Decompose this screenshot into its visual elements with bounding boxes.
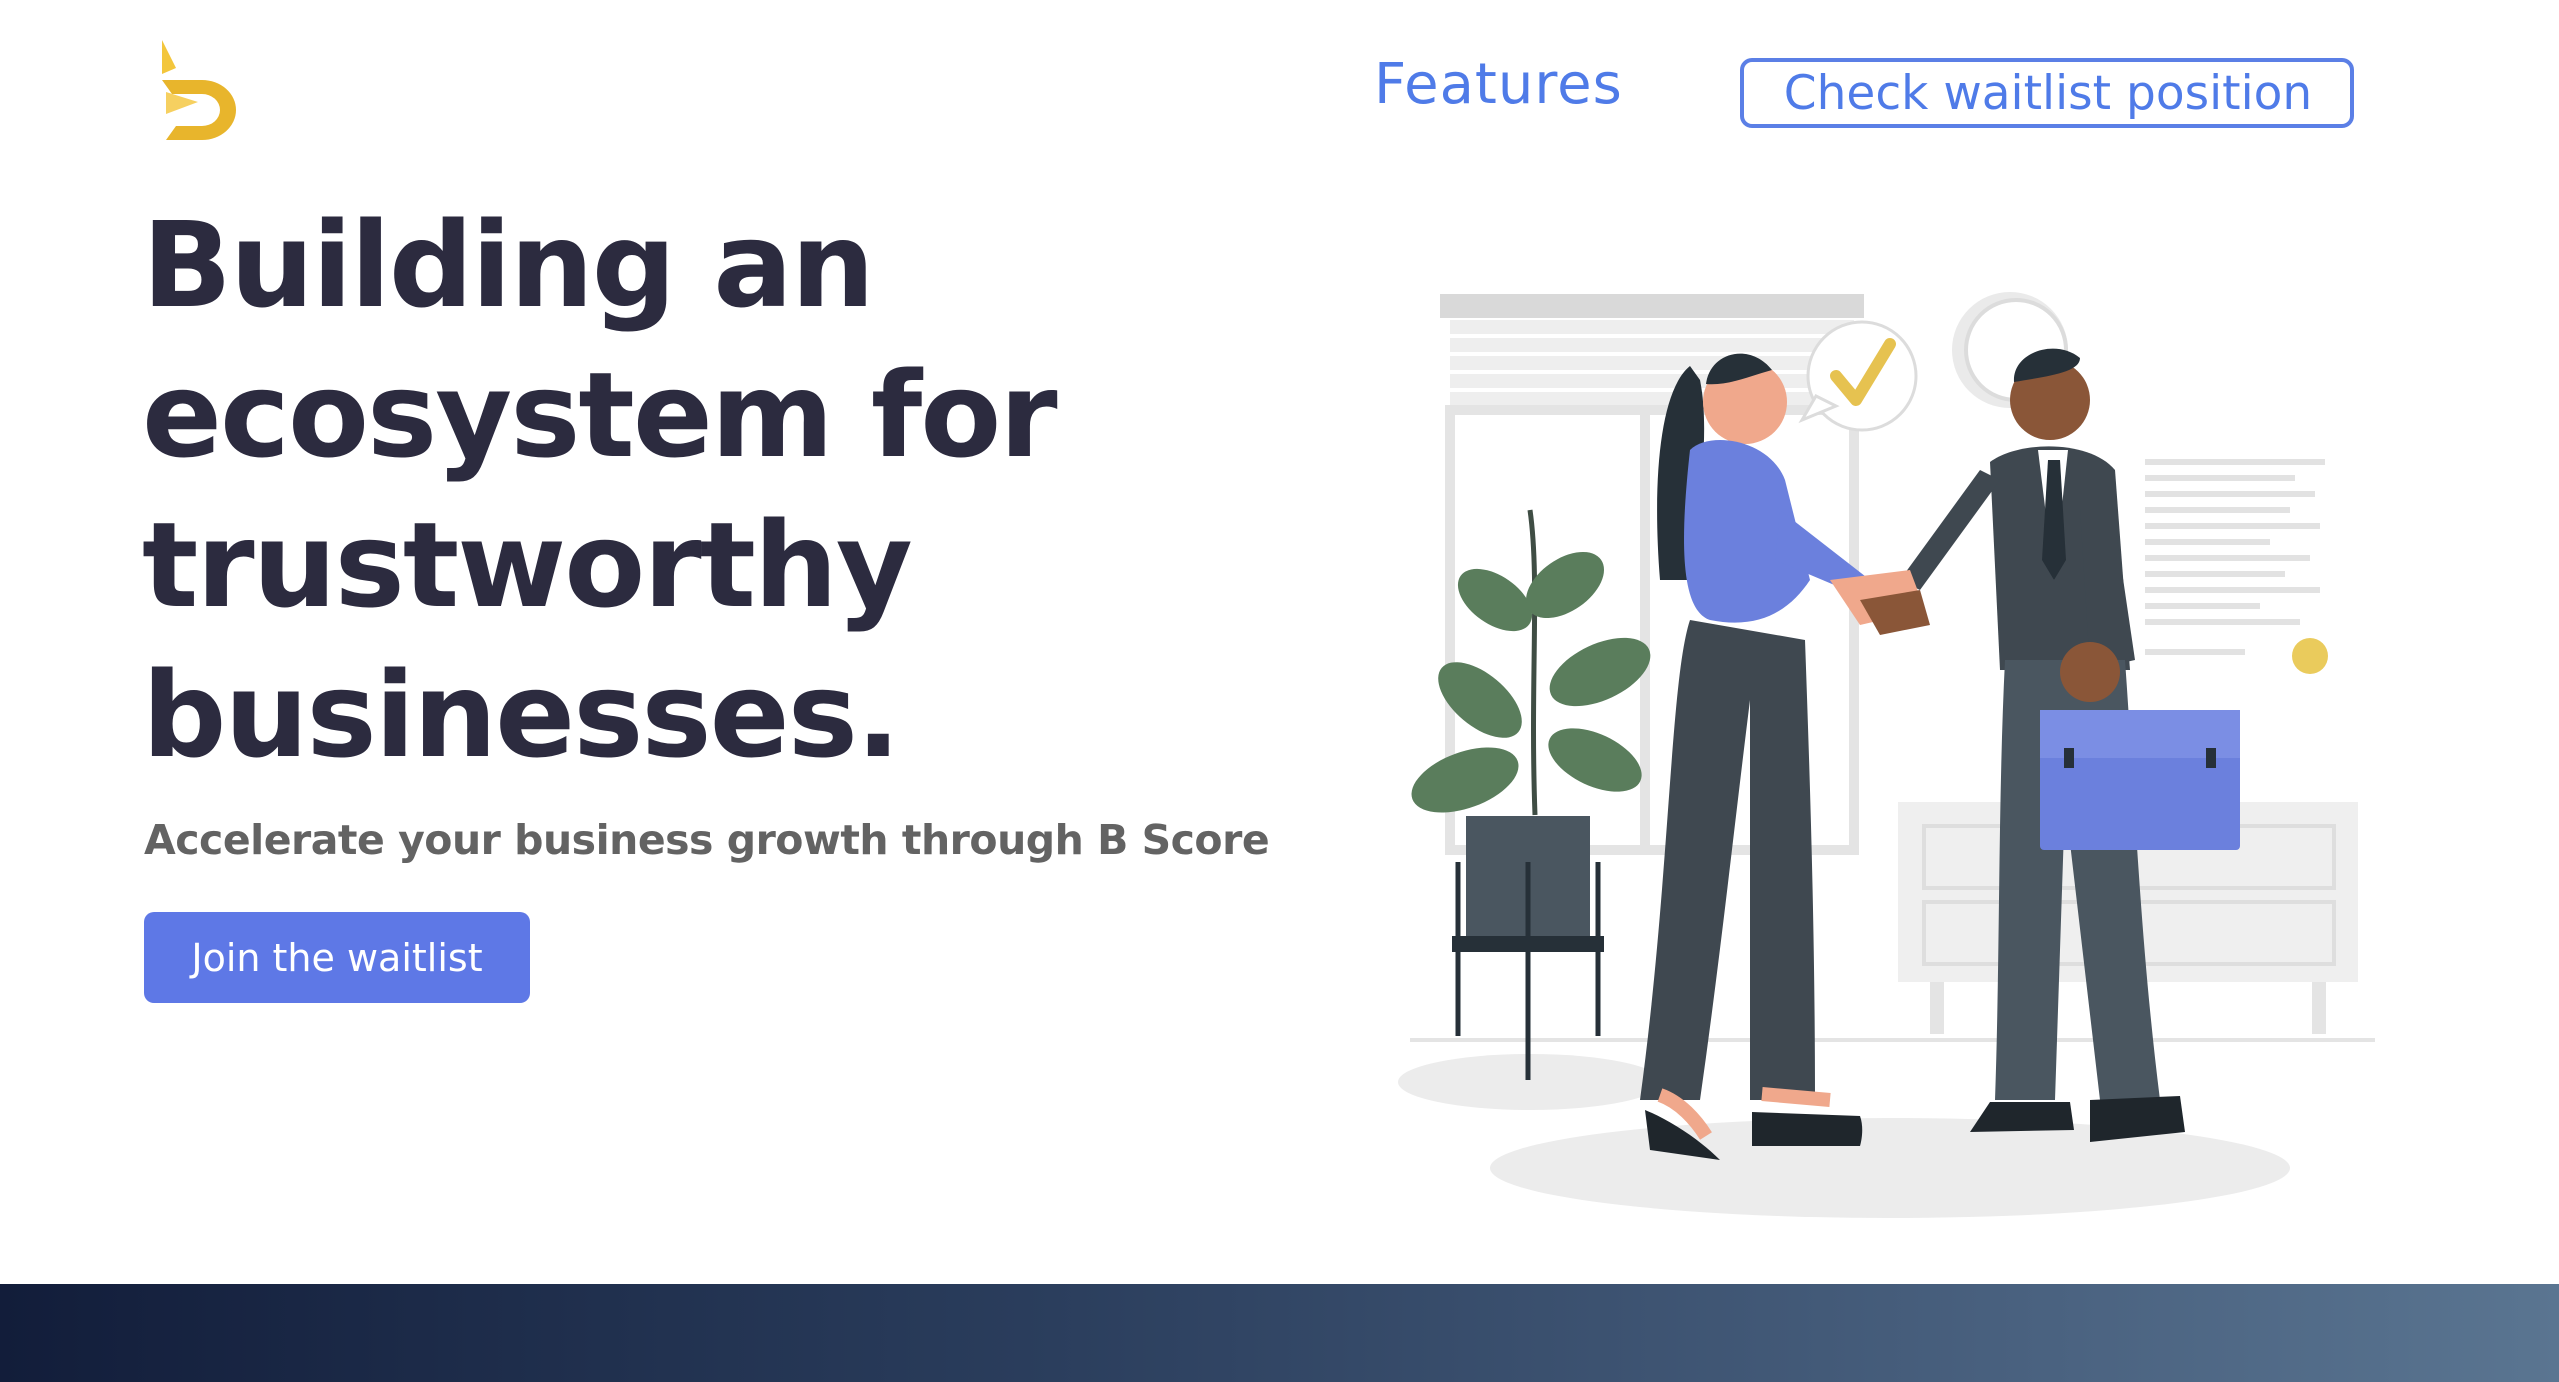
hero-title: Building an ecosystem for trustworthy bu… [142, 190, 1142, 790]
hero-title-line: ecosystem for [142, 346, 1058, 484]
hero-title-line: Building an [142, 196, 875, 334]
b-arrow-logo-icon[interactable] [158, 40, 238, 142]
hero-title-line: trustworthy [142, 496, 913, 634]
footer-gradient-band [0, 1284, 2559, 1382]
hero-subtitle: Accelerate your business growth through … [144, 816, 1270, 864]
hero-title-line: businesses. [142, 646, 901, 784]
check-waitlist-button[interactable]: Check waitlist position [1740, 58, 2354, 128]
business-handshake-illustration [1398, 292, 2375, 1218]
join-waitlist-button[interactable]: Join the waitlist [144, 912, 530, 1003]
nav-features-link[interactable]: Features [1374, 52, 1623, 117]
